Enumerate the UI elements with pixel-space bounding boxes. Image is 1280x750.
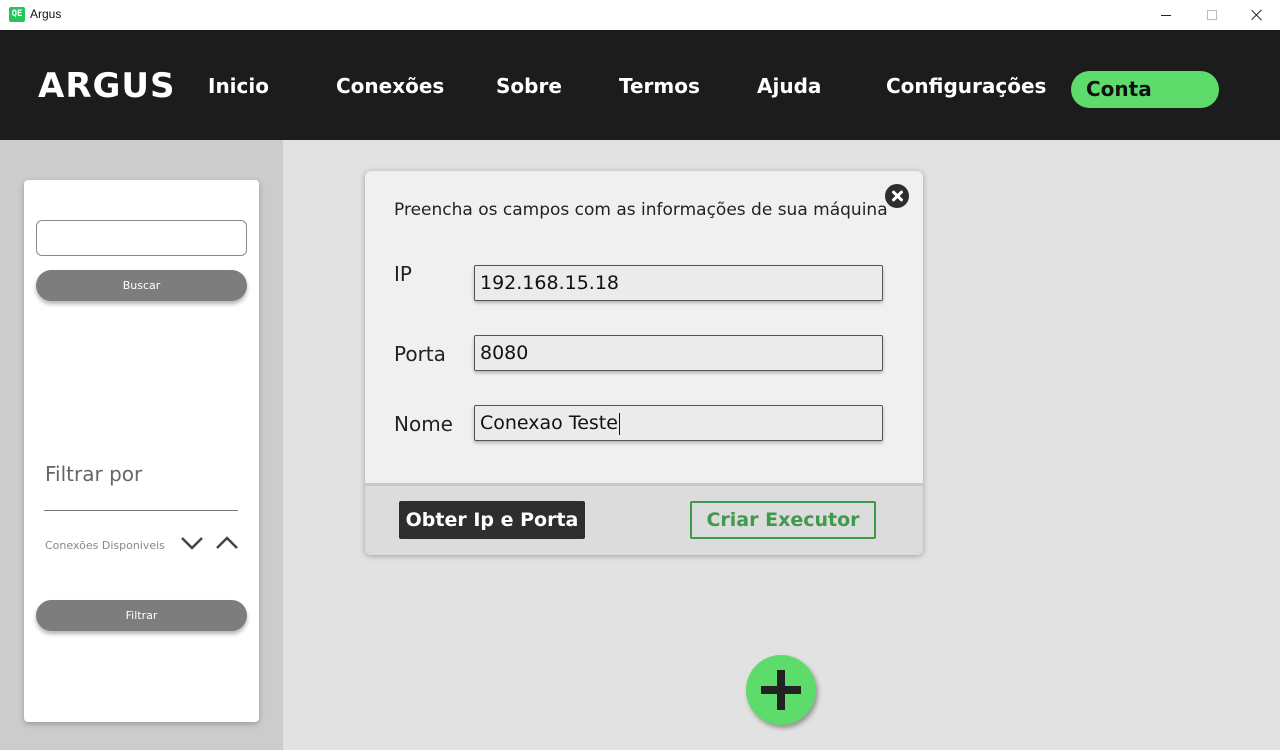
maximize-icon: [1207, 10, 1217, 20]
search-button[interactable]: Buscar: [36, 270, 247, 301]
sidebar-card: Buscar Filtrar por Conexões Disponiveis …: [24, 180, 259, 722]
create-executor-button[interactable]: Criar Executor: [690, 501, 876, 539]
top-navbar: ARGUS Inicio Conexões Sobre Termos Ajuda…: [0, 30, 1280, 140]
nav-sobre[interactable]: Sobre: [496, 74, 562, 98]
dialog-heading: Preencha os campos com as informações de…: [394, 200, 888, 220]
ip-label: IP: [394, 262, 412, 286]
filter-title: Filtrar por: [45, 462, 143, 486]
brand-logo[interactable]: ARGUS: [38, 66, 176, 106]
nav-termos[interactable]: Termos: [619, 74, 700, 98]
text-caret: [618, 412, 620, 435]
filter-button[interactable]: Filtrar: [36, 600, 247, 631]
nome-label: Nome: [394, 412, 453, 436]
window-title: Argus: [30, 7, 62, 21]
nav-conexoes[interactable]: Conexões: [336, 74, 444, 98]
minimize-button[interactable]: [1143, 0, 1189, 30]
nav-ajuda[interactable]: Ajuda: [757, 74, 821, 98]
filter-option-label: Conexões Disponiveis: [45, 539, 165, 552]
window-titlebar: QE Argus: [0, 0, 1280, 30]
search-input[interactable]: [36, 220, 247, 256]
ip-field[interactable]: 192.168.15.18: [474, 265, 883, 301]
chevron-down-icon[interactable]: [180, 536, 204, 550]
app-icon: QE: [9, 7, 25, 22]
account-button[interactable]: Conta: [1071, 71, 1219, 108]
porta-label: Porta: [394, 342, 446, 366]
nav-configuracoes[interactable]: Configurações: [886, 74, 1046, 98]
dialog-close-icon[interactable]: [885, 184, 909, 208]
add-connection-button[interactable]: [746, 655, 816, 725]
connection-dialog: Preencha os campos com as informações de…: [365, 171, 923, 555]
porta-field[interactable]: 8080: [474, 335, 883, 371]
get-ip-port-button[interactable]: Obter Ip e Porta: [399, 501, 585, 539]
window-close-button[interactable]: [1234, 0, 1280, 30]
filter-divider: [44, 510, 238, 511]
maximize-button[interactable]: [1189, 0, 1235, 30]
chevron-up-icon[interactable]: [215, 536, 239, 550]
nome-field-value: Conexao Teste: [480, 412, 618, 434]
nav-inicio[interactable]: Inicio: [208, 74, 269, 98]
minimize-icon: [1161, 14, 1171, 16]
nome-field[interactable]: Conexao Teste: [474, 405, 883, 441]
close-icon: [1251, 9, 1263, 21]
